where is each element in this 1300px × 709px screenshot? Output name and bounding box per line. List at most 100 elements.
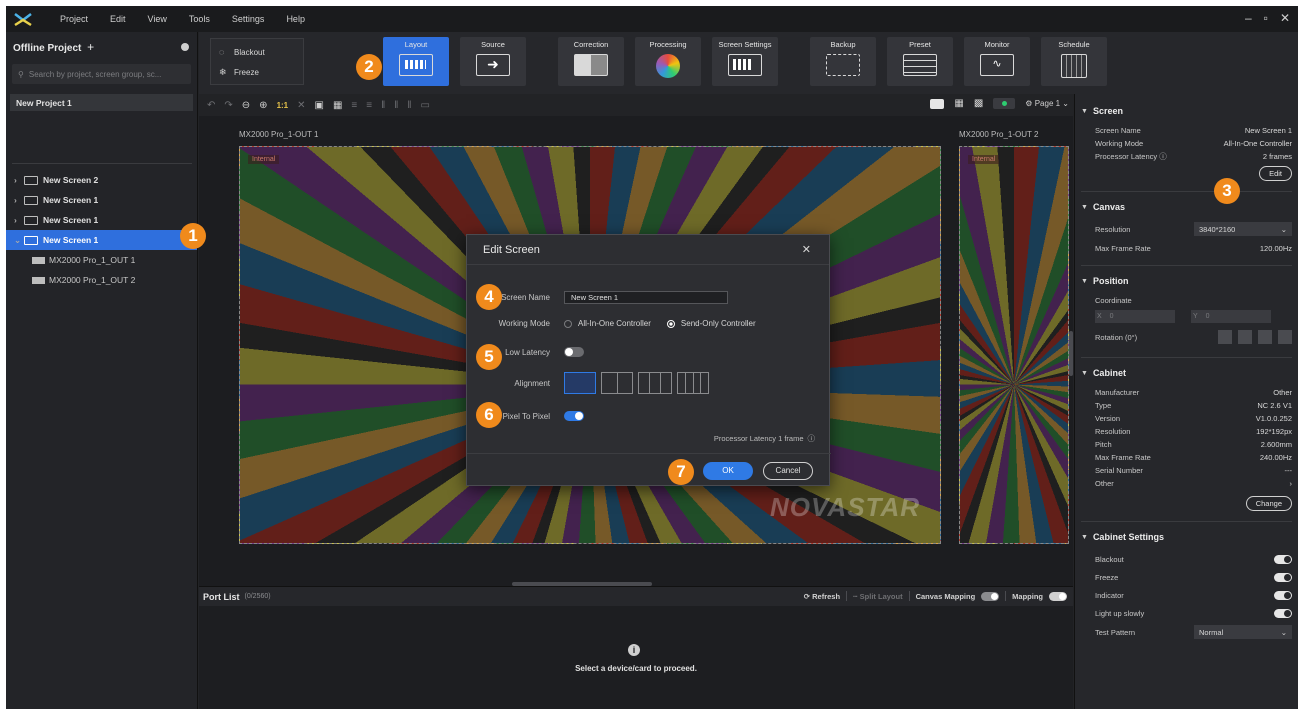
chevron-right-icon[interactable]: › xyxy=(14,175,24,185)
test-pattern-select[interactable]: Normal ⌄ xyxy=(1194,625,1292,639)
chevron-down-icon[interactable]: ⌄ xyxy=(14,235,24,246)
gear-icon: ⚙ xyxy=(1025,99,1033,108)
blackout-toggle[interactable] xyxy=(1274,554,1292,564)
menu-help[interactable]: Help xyxy=(286,14,305,24)
align-center-icon[interactable]: ≡ xyxy=(366,100,372,111)
menu-settings[interactable]: Settings xyxy=(232,14,265,24)
menu-tools[interactable]: Tools xyxy=(189,14,210,24)
tree-subitem-out2[interactable]: MX2000 Pro_1_OUT 2 xyxy=(6,270,197,290)
all-in-one-radio[interactable]: All-In-One Controller xyxy=(564,319,651,328)
vertical-scrollbar[interactable] xyxy=(1069,331,1073,376)
align-right-icon[interactable]: ‖ xyxy=(381,100,385,111)
tool-processing[interactable]: Processing xyxy=(635,37,701,86)
status-indicator-icon[interactable] xyxy=(993,98,1016,109)
cabinet-section-header[interactable]: ▼ Cabinet xyxy=(1075,364,1298,382)
close-icon[interactable]: ✕ xyxy=(1280,11,1290,25)
position-section-header[interactable]: ▼ Position xyxy=(1075,272,1298,290)
calendar-view-icon[interactable]: ▩ xyxy=(974,98,983,109)
page-selector[interactable]: ⚙ Page 1 ⌄ xyxy=(1025,99,1069,108)
prop-other[interactable]: Other › xyxy=(1075,477,1298,490)
resolution-select[interactable]: 3840*2160 ⌄ xyxy=(1194,222,1292,236)
undo-icon[interactable]: ↶ xyxy=(207,100,215,111)
redo-icon[interactable]: ↷ xyxy=(224,100,232,111)
delete-icon[interactable]: ▭ xyxy=(421,100,430,111)
tool-backup[interactable]: Backup xyxy=(810,37,876,86)
canvas-section-header[interactable]: ▼ Canvas xyxy=(1075,198,1298,216)
tree-item-new-screen-1-selected[interactable]: ⌄ New Screen 1 xyxy=(6,230,197,250)
freeze-toggle[interactable] xyxy=(1274,572,1292,582)
tool-correction[interactable]: Correction xyxy=(558,37,624,86)
tool-schedule[interactable]: Schedule xyxy=(1041,37,1107,86)
rotate-180-button[interactable] xyxy=(1258,330,1272,344)
tree-item-new-screen-1b[interactable]: › New Screen 1 xyxy=(6,210,197,230)
actual-size-button[interactable]: 1:1 xyxy=(277,101,289,110)
ok-button[interactable]: OK xyxy=(703,462,753,480)
help-icon[interactable]: ⓘ xyxy=(808,433,816,444)
alignment-option-2[interactable] xyxy=(601,372,633,394)
help-icon[interactable]: ⓘ xyxy=(1159,152,1167,161)
indicator-toggle[interactable] xyxy=(1274,590,1292,600)
split-layout-button[interactable]: ┅ Split Layout xyxy=(853,592,903,601)
low-latency-toggle[interactable] xyxy=(564,347,584,357)
grid-icon[interactable]: ▦ xyxy=(333,100,342,111)
menu-project[interactable]: Project xyxy=(60,14,88,24)
alignment-option-1[interactable] xyxy=(564,372,596,394)
alignment-option-4[interactable] xyxy=(677,372,709,394)
fit-screen-icon[interactable]: ▣ xyxy=(315,100,324,111)
edit-screen-button[interactable]: Edit xyxy=(1259,166,1292,181)
tool-source[interactable]: Source ➜ xyxy=(460,37,526,86)
visibility-icon[interactable] xyxy=(181,43,189,51)
menu-edit[interactable]: Edit xyxy=(110,14,126,24)
project-item[interactable]: New Project 1 xyxy=(10,94,193,111)
rotate-90-button[interactable] xyxy=(1238,330,1252,344)
tree-subitem-out1[interactable]: MX2000 Pro_1_OUT 1 xyxy=(6,250,197,270)
chevron-right-icon[interactable]: › xyxy=(14,195,24,205)
tree-item-new-screen-2[interactable]: › New Screen 2 xyxy=(6,170,197,190)
light-up-slowly-toggle[interactable] xyxy=(1274,608,1292,618)
pixel-to-pixel-toggle[interactable] xyxy=(564,411,584,421)
send-only-radio[interactable]: Send-Only Controller xyxy=(666,319,756,328)
align-left-icon[interactable]: ≡ xyxy=(351,100,357,111)
tool-preset[interactable]: Preset xyxy=(887,37,953,86)
x-input[interactable]: X0 xyxy=(1095,309,1175,323)
blackout-button[interactable]: ◌ Blackout xyxy=(211,42,303,62)
prop-canvas-frame-rate: Max Frame Rate 120.00Hz xyxy=(1075,242,1298,255)
screen-output-2[interactable]: Internal xyxy=(959,146,1069,544)
screen-icon xyxy=(24,195,38,205)
callout-badge-3: 3 xyxy=(1214,178,1240,204)
freeze-button[interactable]: ❄ Freeze xyxy=(211,62,303,82)
tool-screen-settings[interactable]: Screen Settings xyxy=(712,37,778,86)
screen-section-header[interactable]: ▼ Screen xyxy=(1075,102,1298,120)
canvas-mapping-toggle[interactable] xyxy=(981,591,1000,601)
refresh-button[interactable]: ⟳ Refresh xyxy=(804,592,840,601)
cabinet-settings-section-header[interactable]: ▼ Cabinet Settings xyxy=(1075,528,1298,546)
tool-layout[interactable]: Layout xyxy=(383,37,449,86)
screen-name-input[interactable]: New Screen 1 xyxy=(564,291,728,304)
tool-monitor[interactable]: Monitor ∿ xyxy=(964,37,1030,86)
rotate-0-button[interactable] xyxy=(1218,330,1232,344)
layout-view-icon[interactable]: ▦ xyxy=(954,98,963,109)
menu-view[interactable]: View xyxy=(148,14,167,24)
close-icon[interactable]: ✕ xyxy=(802,243,811,256)
x-label: X xyxy=(1097,312,1102,320)
minimize-icon[interactable]: – xyxy=(1245,11,1252,25)
tree-item-new-screen-1a[interactable]: › New Screen 1 xyxy=(6,190,197,210)
prop-screen-name: Screen Name New Screen 1 xyxy=(1075,124,1298,137)
refresh-label: Refresh xyxy=(812,591,841,601)
rotate-270-button[interactable] xyxy=(1278,330,1292,344)
mapping-toggle[interactable] xyxy=(1049,591,1067,601)
search-input[interactable]: ⚲ Search by project, screen group, sc... xyxy=(12,64,191,84)
change-cabinet-button[interactable]: Change xyxy=(1245,496,1292,511)
chevron-right-icon[interactable]: › xyxy=(14,215,24,225)
distribute-icon[interactable]: ‖ xyxy=(407,100,411,111)
alignment-option-3[interactable] xyxy=(638,372,672,394)
add-project-icon[interactable]: + xyxy=(87,40,94,54)
cancel-button[interactable]: Cancel xyxy=(763,462,813,480)
fit-icon[interactable]: ✕ xyxy=(297,100,305,111)
zoom-out-icon[interactable]: ⊖ xyxy=(242,100,250,111)
camera-icon[interactable] xyxy=(930,98,945,109)
zoom-in-icon[interactable]: ⊕ xyxy=(259,100,267,111)
maximize-icon[interactable]: ▫ xyxy=(1264,11,1268,25)
align-top-icon[interactable]: ‖ xyxy=(394,100,398,111)
y-input[interactable]: Y0 xyxy=(1191,309,1271,323)
